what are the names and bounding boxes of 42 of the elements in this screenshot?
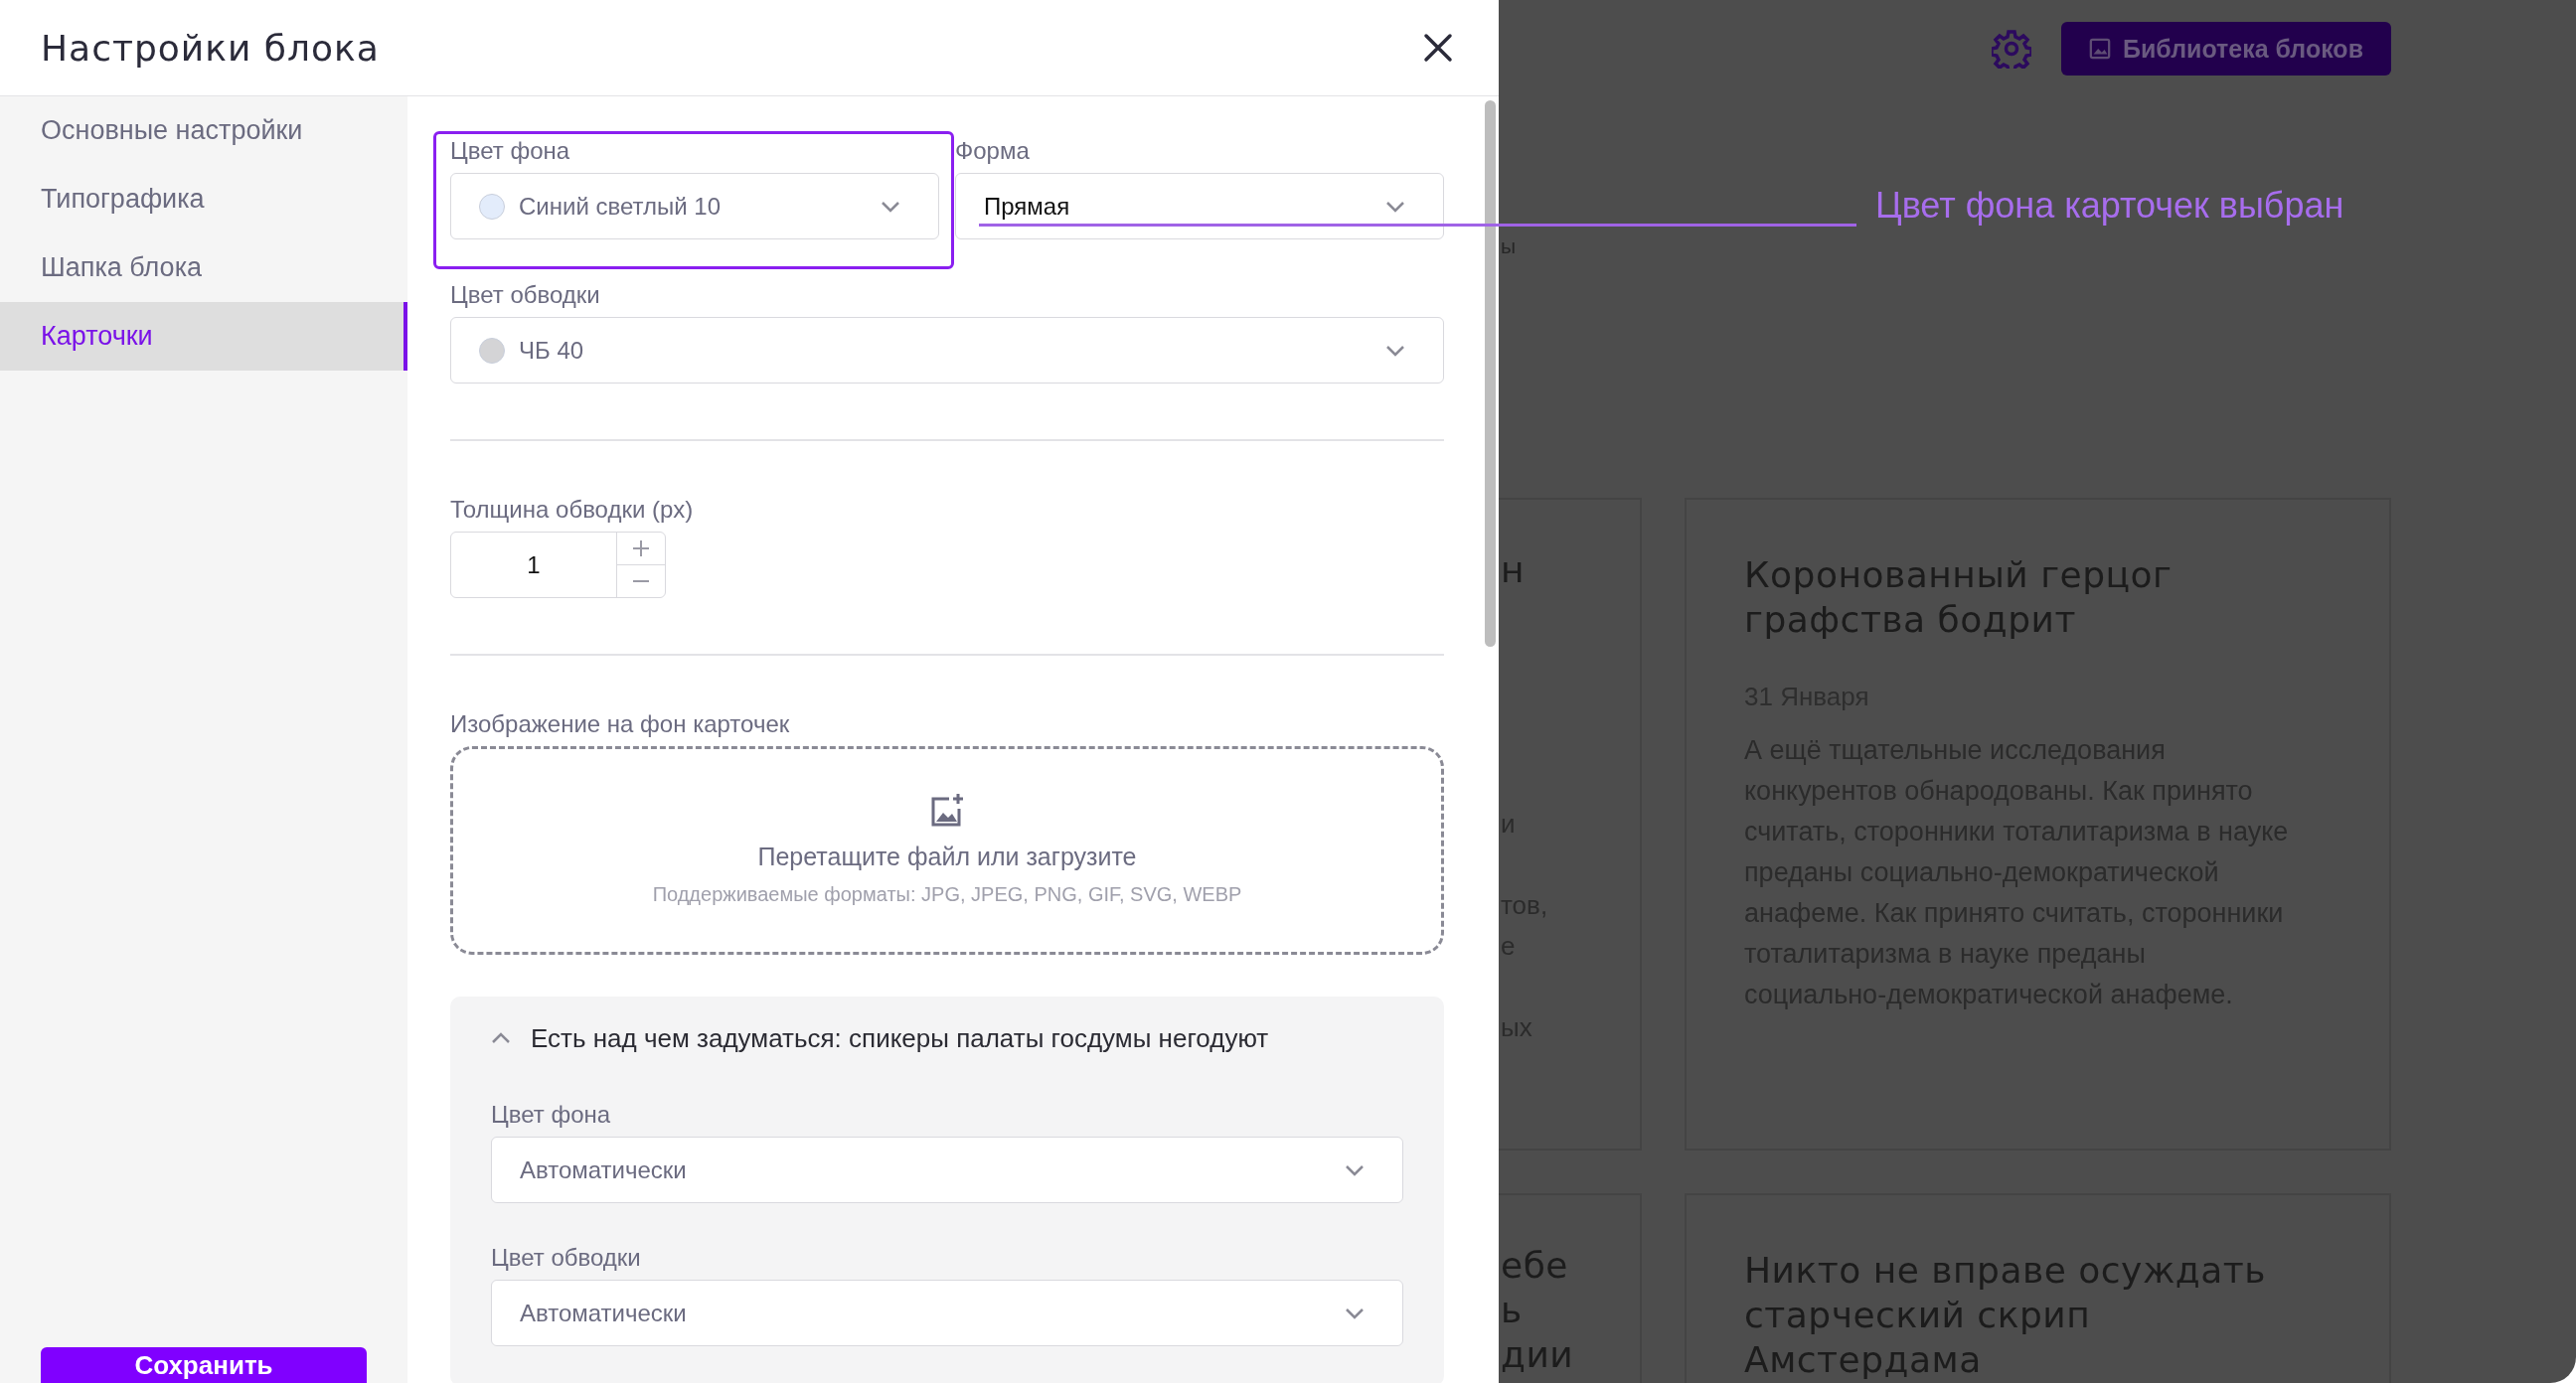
field-label: Изображение на фон карточек [450,709,791,739]
chevron-up-icon[interactable] [491,1032,511,1044]
chevron-down-icon [1385,200,1405,213]
image-icon [2088,38,2111,60]
field-label: Цвет фона [491,1100,612,1130]
dropzone-formats: Поддерживаемые форматы: JPG, JPEG, PNG, GIF, SVG, WEBP [652,883,1242,906]
dropzone-prompt: Перетащите файл или загрузите [757,843,1137,871]
add-image-icon [929,793,965,829]
annotation-text: Цвет фона карточек выбран [1875,185,2344,227]
settings-icon[interactable] [1991,29,2031,69]
select-value: ЧБ 40 [519,336,584,365]
field-label: Цвет фона [450,136,571,166]
sidebar-item[interactable]: Карточки [0,302,407,371]
file-dropzone[interactable]: Перетащите файл или загрузите Поддерживаемые форматы: JPG, JPEG, PNG, GIF, SVG, WEBP [450,746,1444,955]
color-select[interactable]: ЧБ 40 [450,317,1444,384]
shape-select[interactable]: Прямая [955,173,1444,239]
plus-icon [632,539,650,557]
sidebar-item[interactable]: Шапка блока [0,233,407,302]
field-label: Толщина обводки (px) [450,495,695,525]
library-button[interactable]: Библиотека блоков [2060,22,2391,76]
select-field[interactable]: Автоматически [491,1137,1403,1203]
select-value: Автоматически [520,1299,687,1327]
scrollbar[interactable] [1485,100,1496,647]
chevron-down-icon [1345,1306,1365,1319]
save-button[interactable]: Сохранить [41,1347,367,1383]
color-select[interactable]: Синий светлый 10 [450,173,939,239]
select-field[interactable]: Автоматически [491,1280,1403,1346]
field-label: Цвет обводки [450,280,601,310]
field-label: Цвет обводки [491,1243,642,1273]
chevron-down-icon [1345,1163,1365,1176]
field-label: Форма [955,136,1031,166]
select-value: Прямая [984,192,1070,221]
dialog-title: Настройки блока [41,27,380,69]
minus-icon [632,579,650,583]
sidebar-item[interactable]: Типографика [0,165,407,233]
chevron-down-icon [1385,344,1405,357]
chevron-down-icon [881,200,900,213]
sidebar-item[interactable]: Основные настройки [0,96,407,165]
accordion-title[interactable]: Есть над чем задуматься: спикеры палаты госдумы негодуют [531,1021,1269,1055]
select-value: Синий светлый 10 [519,192,721,221]
close-icon[interactable] [1423,33,1453,63]
select-value: Автоматически [520,1155,687,1184]
